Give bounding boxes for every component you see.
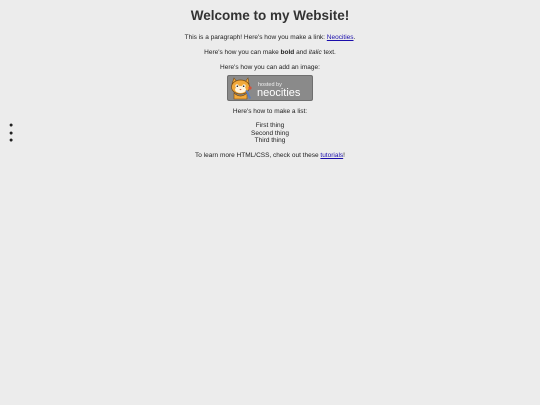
- italic-text: italic: [308, 49, 322, 56]
- list-intro-paragraph: Here's how to make a list:: [232, 108, 308, 115]
- page-heading: Welcome to my Website!: [190, 8, 350, 23]
- formatting-text: Here's how you can make: [204, 49, 281, 56]
- list-item-text: Second thing: [251, 129, 289, 137]
- intro-paragraph: This is a paragraph! Here's how you make…: [0, 33, 540, 42]
- formatting-text-end: text.: [321, 49, 336, 56]
- badge-container: hosted by neocities: [0, 75, 540, 101]
- bullet-icon: ●: [9, 129, 14, 137]
- list-item-text: Third thing: [254, 137, 286, 144]
- list-item-text: First thing: [255, 122, 285, 129]
- list-item: ● Third thing: [0, 137, 540, 145]
- list-item: ● First thing: [0, 122, 540, 130]
- thing-list: ● First thing ● Second thing ● Third thing: [0, 122, 540, 145]
- neocities-badge-image: hosted by neocities: [227, 75, 313, 101]
- page: Welcome to my Website! This is a paragra…: [0, 0, 540, 405]
- formatting-paragraph: Here's how you can make bold and italic …: [0, 48, 540, 57]
- tutorials-text-end: !: [343, 151, 345, 159]
- list-item: ● Second thing: [0, 130, 540, 138]
- formatting-and: and: [294, 49, 309, 56]
- bullet-icon: ●: [9, 122, 14, 129]
- bold-text: bold: [280, 49, 295, 56]
- intro-text: This is a paragraph! Here's how you make…: [184, 34, 327, 41]
- neocities-cat-icon: [231, 77, 252, 100]
- neocities-link[interactable]: Neocities: [327, 34, 354, 41]
- intro-text-end: .: [353, 34, 356, 41]
- image-paragraph: Here's how you can add an image:: [220, 64, 320, 71]
- tutorials-link[interactable]: tutorials: [320, 152, 343, 159]
- bullet-icon: ●: [9, 137, 14, 144]
- badge-large-text: neocities: [257, 87, 301, 99]
- tutorials-text: To learn more HTML/CSS, check out these: [195, 151, 321, 159]
- tutorials-paragraph: To learn more HTML/CSS, check out these …: [0, 151, 540, 160]
